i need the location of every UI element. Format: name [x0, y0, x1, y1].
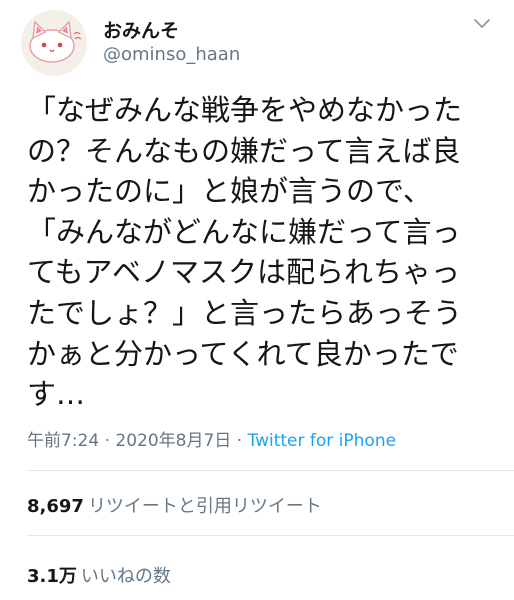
divider: [27, 470, 514, 471]
likes-label: いいねの数: [80, 566, 171, 587]
likes-count: 3.1万: [27, 566, 77, 587]
retweets-label: リツイートと引用リツイート: [87, 496, 322, 517]
tweet-timestamp[interactable]: 午前7:24 · 2020年8月7日: [27, 431, 231, 451]
tweet-text: 「なぜみんな戦争をやめなかった の？そんなもの嫌だって言えば良 かったのに」と娘…: [27, 93, 463, 412]
meta-separator: ·: [231, 431, 248, 451]
tweet-meta: 午前7:24 · 2020年8月7日 · Twitter for iPhone: [27, 426, 396, 451]
display-name[interactable]: おみんそ: [103, 16, 179, 43]
likes-stat[interactable]: 3.1万 いいねの数: [27, 562, 171, 588]
avatar[interactable]: [21, 10, 87, 76]
retweets-count: 8,697: [27, 496, 84, 517]
divider: [27, 535, 514, 536]
white-cat-avatar-icon: [21, 10, 87, 76]
tweet-source-link[interactable]: Twitter for iPhone: [248, 431, 397, 451]
retweets-stat[interactable]: 8,697 リツイートと引用リツイート: [27, 492, 322, 518]
user-handle[interactable]: @ominso_haan: [103, 44, 240, 65]
chevron-down-icon[interactable]: [471, 12, 493, 34]
